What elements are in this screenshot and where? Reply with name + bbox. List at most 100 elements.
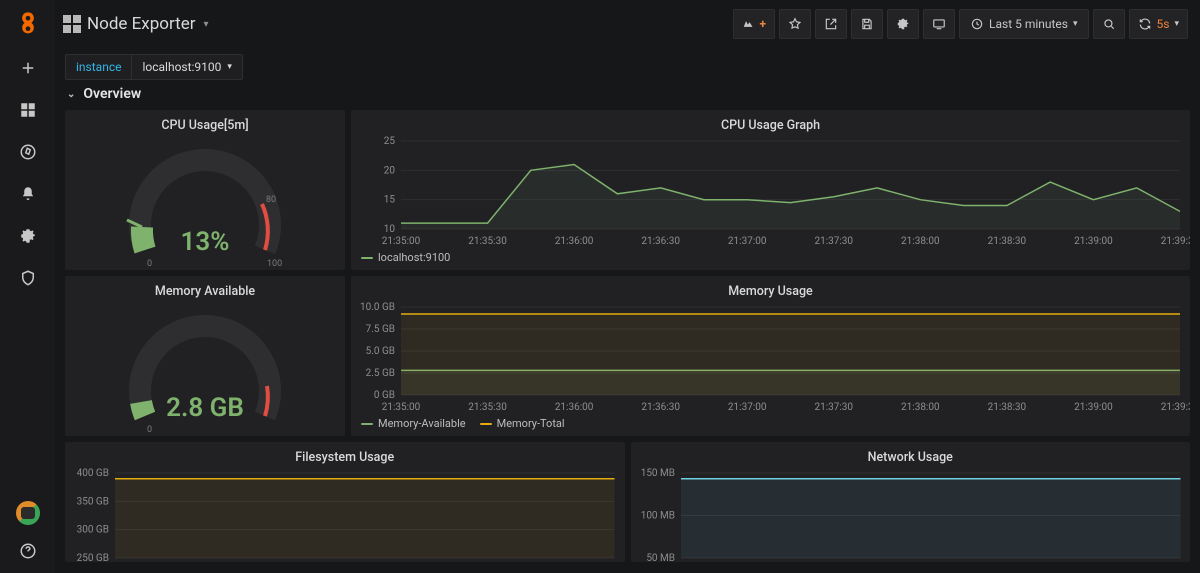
template-var-label: instance xyxy=(65,54,131,80)
legend-item: localhost:9100 xyxy=(378,251,450,264)
svg-text:21:37:00: 21:37:00 xyxy=(728,402,767,413)
dashboard-title-button[interactable]: Node Exporter ▾ xyxy=(63,14,209,34)
svg-text:7.5 GB: 7.5 GB xyxy=(366,324,395,335)
row-title: Overview xyxy=(83,86,141,102)
panel-network[interactable]: Network Usage 50 MB 100 MB 150 MB xyxy=(631,442,1191,562)
gauge-value: 13% xyxy=(65,227,345,257)
legend-item: Memory-Available xyxy=(378,417,466,430)
svg-text:0 GB: 0 GB xyxy=(374,390,395,401)
svg-text:80: 80 xyxy=(266,195,276,205)
svg-text:21:35:30: 21:35:30 xyxy=(468,236,507,247)
save-button[interactable] xyxy=(851,9,883,39)
svg-text:50 MB: 50 MB xyxy=(646,553,675,562)
svg-text:21:39:30: 21:39:30 xyxy=(1161,402,1190,413)
share-button[interactable] xyxy=(815,9,847,39)
search-icon xyxy=(1102,17,1116,31)
template-var-value: localhost:9100 xyxy=(142,60,221,74)
svg-text:21:35:00: 21:35:00 xyxy=(382,402,421,413)
row-header-overview[interactable]: ⌄ Overview xyxy=(67,86,1190,102)
svg-text:21:36:00: 21:36:00 xyxy=(555,236,594,247)
dashboard-content: instance localhost:9100 ▾ ⌄ Overview CPU… xyxy=(55,48,1200,573)
caret-down-icon: ▾ xyxy=(1073,19,1078,29)
svg-text:21:37:30: 21:37:30 xyxy=(814,236,853,247)
server-admin-icon[interactable] xyxy=(11,266,45,290)
svg-text:21:39:30: 21:39:30 xyxy=(1161,236,1190,247)
panel-title: CPU Usage Graph xyxy=(351,110,1190,135)
svg-text:21:36:00: 21:36:00 xyxy=(555,402,594,413)
panel-title: Memory Usage xyxy=(351,276,1190,301)
caret-down-icon: ▾ xyxy=(204,19,209,30)
settings-button[interactable] xyxy=(887,9,919,39)
legend: Memory-Available Memory-Total xyxy=(351,413,1190,436)
svg-text:0: 0 xyxy=(147,259,152,269)
svg-text:10.0 GB: 10.0 GB xyxy=(360,302,395,313)
svg-text:350 GB: 350 GB xyxy=(77,496,109,507)
caret-down-icon: ▾ xyxy=(1174,19,1179,29)
chevron-down-icon: ⌄ xyxy=(67,89,75,100)
main: Node Exporter ▾ + Last 5 minutes ▾ 5s ▾ … xyxy=(55,0,1200,573)
svg-text:21:35:30: 21:35:30 xyxy=(468,402,507,413)
legend: localhost:9100 xyxy=(351,247,1190,270)
panel-title: Network Usage xyxy=(631,442,1191,467)
svg-text:21:36:30: 21:36:30 xyxy=(641,236,680,247)
svg-text:21:39:00: 21:39:00 xyxy=(1074,236,1113,247)
configuration-icon[interactable] xyxy=(11,224,45,248)
svg-text:5.0 GB: 5.0 GB xyxy=(366,346,395,357)
grafana-logo-icon[interactable] xyxy=(14,10,42,38)
panel-memory-graph[interactable]: Memory Usage 0 GB 2.5 GB 5.0 GB 7.5 GB 10.0 … xyxy=(351,276,1190,436)
svg-text:400 GB: 400 GB xyxy=(77,468,109,479)
svg-text:21:39:00: 21:39:00 xyxy=(1074,402,1113,413)
refresh-button[interactable]: 5s ▾ xyxy=(1129,9,1188,39)
dashboards-grid-icon xyxy=(63,15,81,33)
template-variable-bar: instance localhost:9100 ▾ xyxy=(65,54,1190,80)
svg-text:21:38:30: 21:38:30 xyxy=(988,236,1027,247)
svg-text:21:36:30: 21:36:30 xyxy=(641,402,680,413)
svg-text:2.5 GB: 2.5 GB xyxy=(366,368,395,379)
alerting-icon[interactable] xyxy=(11,182,45,206)
panel-cpu-gauge[interactable]: CPU Usage[5m] xyxy=(65,110,345,270)
panel-memory-gauge[interactable]: Memory Available 0 2.8 GB xyxy=(65,276,345,436)
svg-text:15: 15 xyxy=(384,195,396,206)
svg-text:300 GB: 300 GB xyxy=(77,525,109,536)
gauge-cpu: 0 80 100 13% xyxy=(65,135,345,275)
legend-item: Memory-Total xyxy=(497,417,565,430)
svg-text:20: 20 xyxy=(384,165,396,176)
panel-title: Memory Available xyxy=(65,276,345,301)
refresh-icon xyxy=(1138,17,1152,31)
svg-text:21:38:00: 21:38:00 xyxy=(901,236,940,247)
user-avatar[interactable] xyxy=(16,501,40,525)
dashboards-icon[interactable] xyxy=(11,98,45,122)
sidebar xyxy=(0,0,55,573)
dashboard-title: Node Exporter xyxy=(87,14,196,34)
svg-text:100 MB: 100 MB xyxy=(640,510,674,521)
add-panel-button[interactable]: + xyxy=(733,9,775,39)
time-range-button[interactable]: Last 5 minutes ▾ xyxy=(959,9,1089,39)
gauge-memory: 0 2.8 GB xyxy=(65,301,345,441)
svg-text:21:37:30: 21:37:30 xyxy=(814,402,853,413)
template-var-select[interactable]: localhost:9100 ▾ xyxy=(131,54,242,80)
svg-text:150 MB: 150 MB xyxy=(640,468,674,479)
panel-filesystem[interactable]: Filesystem Usage 250 GB300 GB350 GB400 G… xyxy=(65,442,625,562)
caret-down-icon: ▾ xyxy=(227,62,232,72)
zoom-out-button[interactable] xyxy=(1093,9,1125,39)
svg-text:25: 25 xyxy=(384,136,396,147)
plus-icon[interactable] xyxy=(11,56,45,80)
svg-text:21:38:30: 21:38:30 xyxy=(988,402,1027,413)
gauge-value: 2.8 GB xyxy=(65,393,345,423)
star-button[interactable] xyxy=(779,9,811,39)
svg-text:21:38:00: 21:38:00 xyxy=(901,402,940,413)
panel-title: Filesystem Usage xyxy=(65,442,625,467)
time-range-label: Last 5 minutes xyxy=(989,17,1068,31)
panel-cpu-graph[interactable]: CPU Usage Graph 1015202521:35:0021:35:30… xyxy=(351,110,1190,270)
svg-text:21:37:00: 21:37:00 xyxy=(728,236,767,247)
explore-icon[interactable] xyxy=(11,140,45,164)
panel-title: CPU Usage[5m] xyxy=(65,110,345,135)
refresh-interval-label: 5s xyxy=(1157,17,1170,31)
svg-text:100: 100 xyxy=(267,259,282,269)
help-icon[interactable] xyxy=(11,539,45,563)
svg-text:0: 0 xyxy=(147,425,152,435)
clock-icon xyxy=(970,17,984,31)
cycle-view-button[interactable] xyxy=(923,9,955,39)
svg-text:21:35:00: 21:35:00 xyxy=(382,236,421,247)
topbar: Node Exporter ▾ + Last 5 minutes ▾ 5s ▾ xyxy=(55,0,1200,48)
